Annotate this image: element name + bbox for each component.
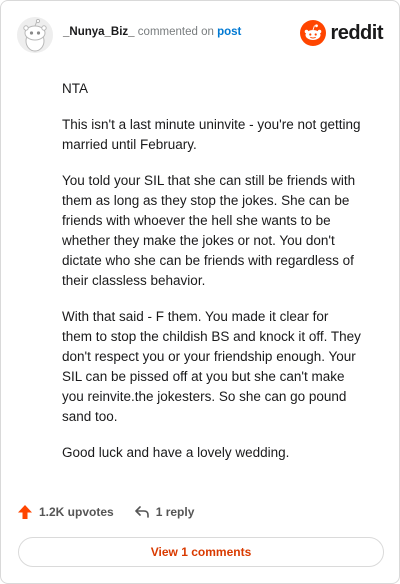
comment-paragraph: You told your SIL that she can still be … — [62, 173, 356, 288]
reddit-logo[interactable]: reddit — [300, 15, 383, 51]
comment-paragraph: NTA — [62, 81, 88, 96]
reply-count: 1 reply — [155, 505, 195, 519]
upvote-arrow-icon — [18, 505, 32, 519]
comment-body: NTA This isn't a last minute uninvite - … — [62, 79, 362, 479]
commented-on-text: commented on — [137, 26, 214, 38]
reply-button[interactable]: 1 reply — [134, 504, 195, 520]
reply-arrow-icon — [134, 506, 149, 518]
comment-paragraph: This isn't a last minute uninvite - you'… — [62, 117, 361, 152]
comment-paragraph: With that said - F them. You made it cle… — [62, 309, 361, 424]
comment-card: _Nunya_Biz_ commented on post reddit NTA… — [0, 0, 400, 584]
comment-footer: 1.2K upvotes 1 reply — [17, 501, 214, 523]
author-line: _Nunya_Biz_ commented on post — [63, 25, 241, 39]
comment-paragraph: Good luck and have a lovely wedding. — [62, 445, 290, 460]
post-link[interactable]: post — [217, 26, 241, 38]
comment-header: _Nunya_Biz_ commented on post reddit — [17, 15, 383, 55]
view-comments-button[interactable]: View 1 comments — [18, 537, 384, 567]
reddit-logo-text: reddit — [330, 21, 383, 44]
view-comments-label: View 1 comments — [150, 545, 252, 559]
reddit-snoo-logo-icon — [300, 20, 327, 46]
author-name[interactable]: _Nunya_Biz_ — [63, 26, 135, 38]
user-avatar-icon[interactable] — [17, 17, 53, 53]
upvote-button[interactable]: 1.2K upvotes — [17, 504, 114, 520]
upvote-count: 1.2K upvotes — [39, 505, 114, 519]
